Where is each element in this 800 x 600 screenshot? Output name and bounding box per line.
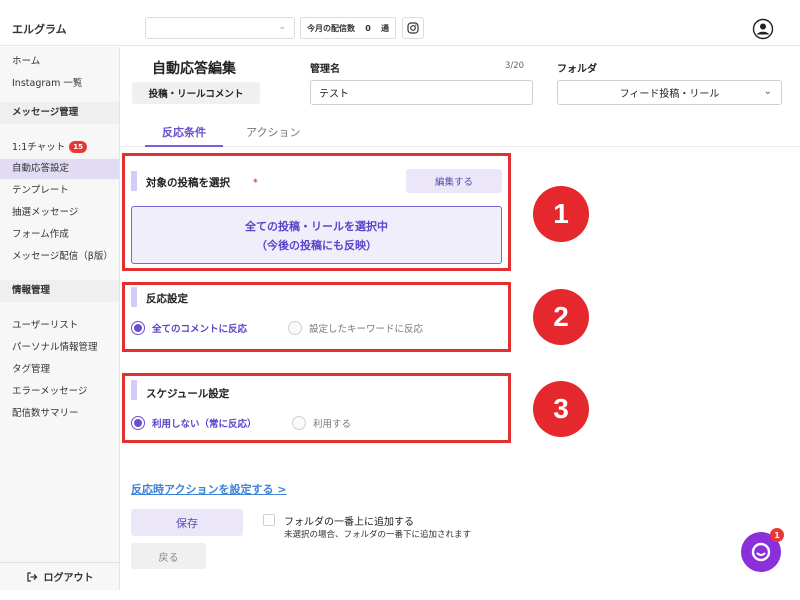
step-number-2: 2 — [533, 289, 589, 345]
brand-name: エルグラム — [12, 23, 67, 36]
radio-label: 設定したキーワードに反応 — [309, 324, 424, 335]
sidebar-item-lottery[interactable]: 抽選メッセージ — [0, 203, 119, 223]
required-mark: * — [253, 178, 258, 188]
name-label: 管理名 — [310, 64, 340, 75]
save-button[interactable]: 保存 — [131, 509, 243, 536]
sidebar-item-label: 1:1チャット — [12, 142, 66, 153]
sidebar-item-chat[interactable]: 1:1チャット 15 — [0, 138, 119, 158]
sidebar-item-personal-info[interactable]: パーソナル情報管理 — [0, 338, 119, 358]
radio-keywords[interactable]: 設定したキーワードに反応 — [288, 321, 423, 335]
sidebar-link-instagram-list[interactable]: Instagram 一覧 — [12, 75, 82, 89]
name-char-counter: 3/20 — [505, 61, 525, 71]
radio-label: 利用する — [313, 419, 352, 430]
chevron-down-icon: ⌄ — [278, 22, 286, 32]
name-input[interactable] — [310, 80, 533, 105]
folder-select[interactable]: フィード投稿・リール ⌄ — [557, 80, 782, 105]
radio-schedule-off[interactable]: 利用しない（常に反応） — [131, 416, 257, 430]
radio-schedule-on[interactable]: 利用する — [292, 416, 351, 430]
user-icon — [752, 18, 774, 40]
sidebar-section-message: メッセージ管理 — [0, 102, 119, 124]
set-action-link[interactable]: 反応時アクションを設定する > — [131, 481, 287, 497]
step-number-3: 3 — [533, 381, 589, 437]
radio-circle — [288, 321, 302, 335]
chat-icon — [751, 542, 771, 562]
sidebar-item-form[interactable]: フォーム作成 — [0, 225, 119, 245]
delivery-count-box: 今月の配信数 0 通 — [300, 17, 396, 39]
radio-circle — [131, 321, 145, 335]
selection-line-1: 全ての投稿・リールを選択中 — [245, 219, 388, 233]
sidebar-item-tags[interactable]: タグ管理 — [0, 360, 119, 380]
delivery-count: 0 — [365, 23, 371, 33]
sidebar: ホーム Instagram 一覧 メッセージ管理 1:1チャット 15 自動応答設… — [0, 47, 120, 590]
sidebar-item-delivery-summary[interactable]: 配信数サマリー — [0, 404, 119, 424]
section-title-target: 対象の投稿を選択 — [146, 177, 230, 189]
edit-target-button[interactable]: 編集する — [406, 169, 502, 193]
logout-button[interactable]: ログアウト — [0, 562, 119, 590]
delivery-unit: 通 — [380, 23, 389, 33]
logout-icon — [26, 571, 37, 582]
instagram-icon — [407, 22, 419, 34]
sidebar-item-user-list[interactable]: ユーザーリスト — [0, 316, 119, 336]
section-accent-bar — [131, 380, 137, 400]
delivery-label: 今月の配信数 — [307, 23, 355, 33]
chevron-down-icon: ⌄ — [763, 86, 772, 97]
back-button[interactable]: 戻る — [131, 543, 206, 569]
reply-type-chip: 投稿・リールコメント — [132, 82, 260, 104]
radio-circle — [131, 416, 145, 430]
radio-circle — [292, 416, 306, 430]
logout-label: ログアウト — [43, 573, 94, 584]
chat-unread-badge: 1 — [770, 528, 784, 542]
sidebar-link-home[interactable]: ホーム — [12, 53, 40, 67]
checkbox-note: 未選択の場合、フォルダの一番下に追加されます — [284, 530, 472, 540]
selection-line-2: （今後の投稿にも反映） — [256, 238, 377, 252]
target-selection-panel[interactable]: 全ての投稿・リールを選択中 （今後の投稿にも反映） — [131, 206, 502, 264]
page-title: 自動応答編集 — [152, 61, 236, 77]
section-title-schedule: スケジュール設定 — [146, 388, 230, 400]
radio-label: 全てのコメントに反応 — [152, 324, 248, 335]
sidebar-item-error-message[interactable]: エラーメッセージ — [0, 382, 119, 402]
section-accent-bar — [131, 287, 137, 307]
account-select[interactable]: ⌄ — [145, 17, 295, 39]
radio-label: 利用しない（常に反応） — [152, 419, 257, 430]
instagram-button[interactable] — [402, 17, 424, 39]
tab-actions[interactable]: アクション — [246, 124, 300, 140]
sidebar-section-info: 情報管理 — [0, 280, 119, 302]
checkbox-label: フォルダの一番上に追加する — [284, 517, 414, 528]
sidebar-item-auto-reply[interactable]: 自動応答設定 — [0, 159, 119, 179]
section-title-reaction: 反応設定 — [146, 293, 188, 305]
unread-badge: 15 — [69, 141, 87, 153]
sidebar-item-broadcast[interactable]: メッセージ配信（β版） — [0, 247, 119, 267]
top-bar: エルグラム ⌄ 今月の配信数 0 通 — [0, 10, 800, 46]
highlight-box-schedule — [122, 373, 511, 443]
add-to-top-checkbox[interactable] — [263, 514, 275, 526]
sidebar-item-template[interactable]: テンプレート — [0, 181, 119, 201]
radio-all-comments[interactable]: 全てのコメントに反応 — [131, 321, 247, 335]
tab-conditions[interactable]: 反応条件 — [162, 124, 206, 140]
step-number-1: 1 — [533, 186, 589, 242]
user-account-button[interactable] — [752, 18, 774, 40]
folder-select-value: フィード投稿・リール — [619, 89, 720, 100]
folder-label: フォルダ — [557, 64, 597, 75]
section-accent-bar — [131, 171, 137, 191]
active-tab-indicator — [145, 145, 223, 147]
